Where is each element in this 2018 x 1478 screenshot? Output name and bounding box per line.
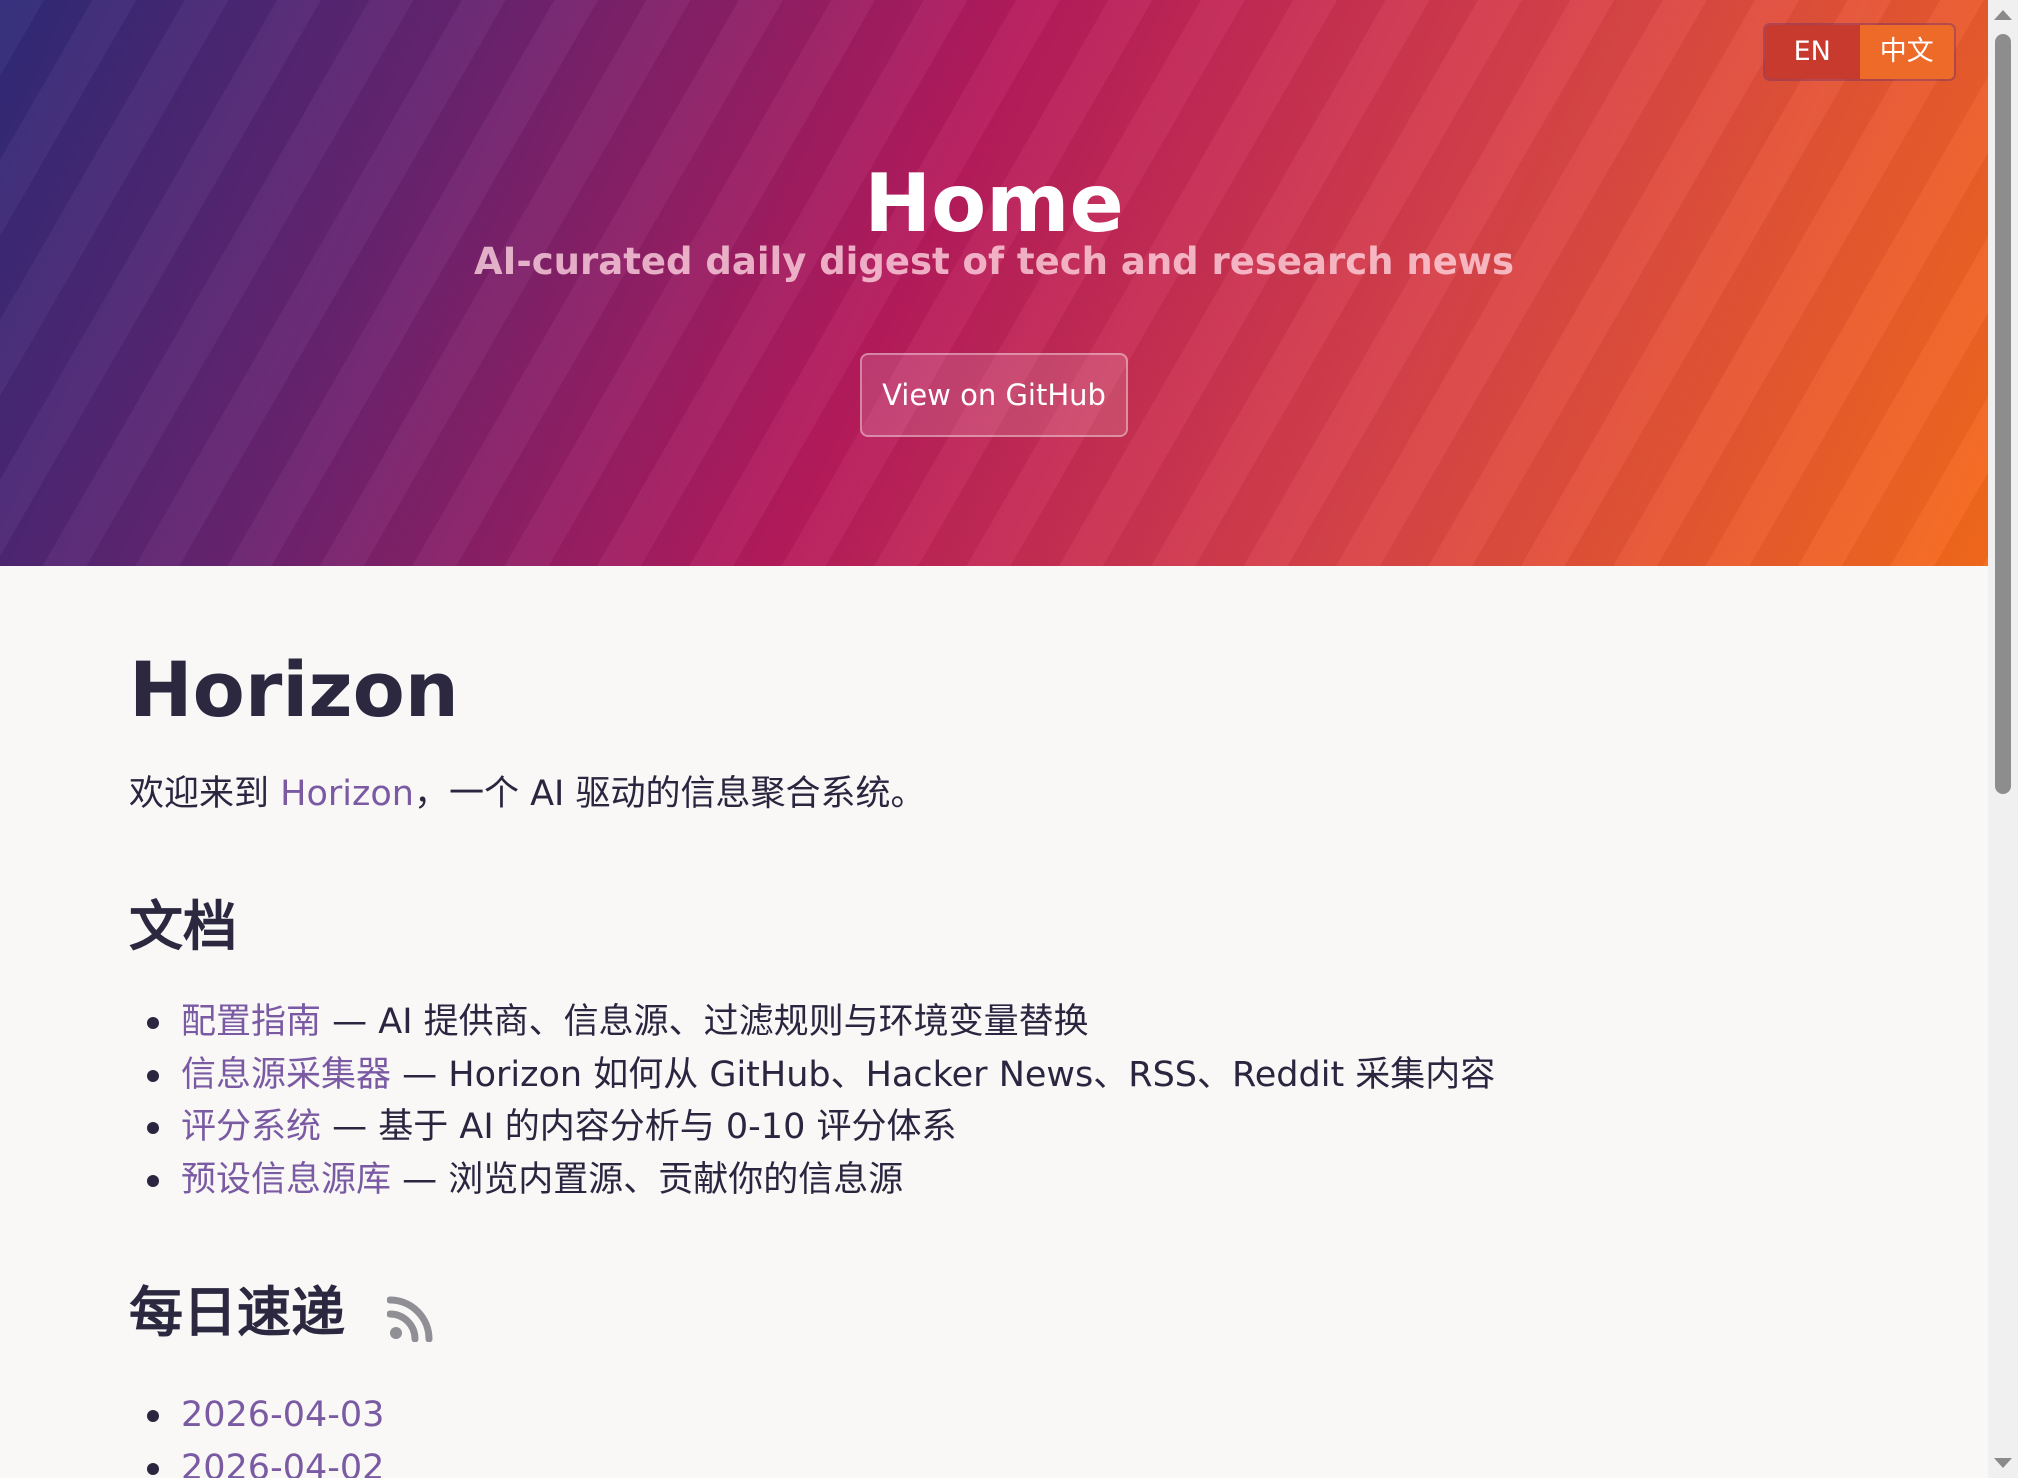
doc-description: — 基于 AI 的内容分析与 0-10 评分体系: [321, 1107, 957, 1147]
intro-suffix: ，一个 AI 驱动的信息聚合系统。: [413, 774, 926, 814]
hero-subtitle: AI-curated daily digest of tech and rese…: [473, 240, 1515, 283]
view-on-github-button[interactable]: View on GitHub: [860, 353, 1128, 437]
doc-link-preset-sources[interactable]: 预设信息源库: [181, 1160, 391, 1200]
language-option-zh[interactable]: 中文: [1859, 25, 1954, 79]
daily-digest-link[interactable]: 2026-04-03: [181, 1395, 384, 1435]
daily-digest-list: 2026-04-03 2026-04-02: [146, 1389, 384, 1478]
scrollbar-thumb[interactable]: [1995, 34, 2011, 794]
daily-digest-item: 2026-04-03: [146, 1389, 384, 1442]
daily-digest-item: 2026-04-02: [146, 1442, 384, 1478]
docs-heading: 文档: [129, 895, 237, 958]
docs-list-item: 配置指南 — AI 提供商、信息源、过滤规则与环境变量替换: [146, 996, 1495, 1049]
daily-digest-heading: 每日速递: [129, 1278, 435, 1348]
page-viewport: EN 中文 Home AI-curated daily digest of te…: [0, 0, 1988, 1478]
language-switcher: EN 中文: [1763, 23, 1956, 81]
doc-link-source-collectors[interactable]: 信息源采集器: [181, 1055, 391, 1095]
doc-description: — AI 提供商、信息源、过滤规则与环境变量替换: [321, 1002, 1089, 1042]
daily-digest-link[interactable]: 2026-04-02: [181, 1448, 384, 1478]
rss-icon[interactable]: [386, 1289, 435, 1343]
hero-banner: EN 中文 Home AI-curated daily digest of te…: [0, 0, 1988, 566]
language-option-en[interactable]: EN: [1765, 25, 1860, 79]
scroll-up-arrow-icon[interactable]: [1988, 0, 2018, 30]
doc-link-config-guide[interactable]: 配置指南: [181, 1002, 321, 1042]
docs-list-item: 信息源采集器 — Horizon 如何从 GitHub、Hacker News、…: [146, 1049, 1496, 1102]
doc-description: — Horizon 如何从 GitHub、Hacker News、RSS、Red…: [391, 1054, 1496, 1095]
vertical-scrollbar[interactable]: [1988, 0, 2018, 1478]
page-title: Horizon: [129, 645, 459, 734]
doc-description: — 浏览内置源、贡献你的信息源: [391, 1159, 904, 1200]
intro-paragraph: 欢迎来到 Horizon，一个 AI 驱动的信息聚合系统。: [129, 768, 926, 820]
docs-list-item: 评分系统 — 基于 AI 的内容分析与 0-10 评分体系: [146, 1101, 1495, 1154]
scroll-down-arrow-icon[interactable]: [1988, 1448, 2018, 1478]
daily-digest-heading-text: 每日速递: [129, 1281, 345, 1344]
docs-list: 配置指南 — AI 提供商、信息源、过滤规则与环境变量替换 信息源采集器 — H…: [146, 996, 1496, 1207]
horizon-link[interactable]: Horizon: [280, 774, 414, 814]
docs-list-item: 预设信息源库 — 浏览内置源、贡献你的信息源: [146, 1154, 1495, 1207]
doc-link-scoring-system[interactable]: 评分系统: [181, 1107, 321, 1147]
intro-prefix: 欢迎来到: [129, 774, 281, 814]
